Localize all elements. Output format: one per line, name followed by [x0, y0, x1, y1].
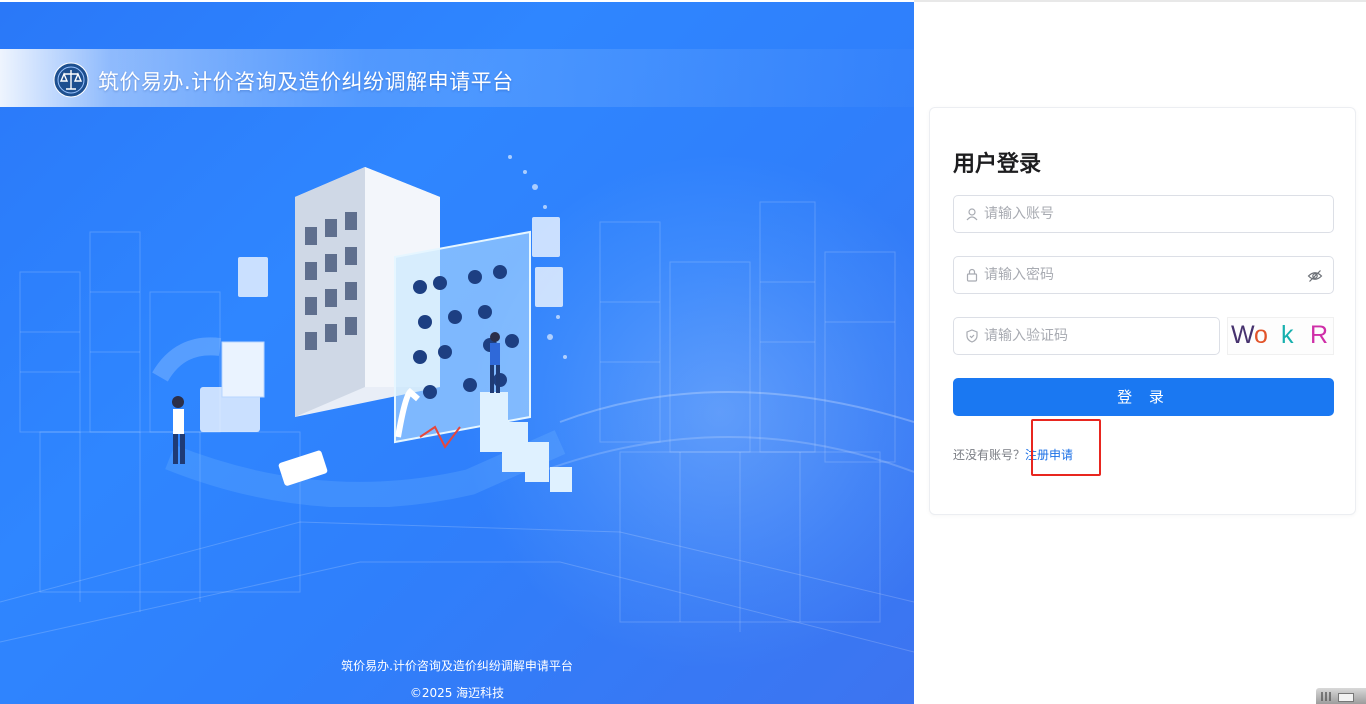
platform-title: 筑价易办.计价咨询及造价纠纷调解申请平台	[98, 70, 514, 94]
captcha-char: W	[1231, 321, 1255, 349]
top-divider	[914, 0, 1366, 2]
grip-icon	[1321, 692, 1333, 701]
password-field	[953, 256, 1334, 294]
footer-platform-name: 筑价易办.计价咨询及造价纠纷调解申请平台	[341, 659, 573, 673]
highlight-box	[1031, 419, 1101, 476]
login-card: 用户登录 W o k R 登 录 还没有账号？注册申请	[929, 107, 1356, 515]
captcha-char: o	[1254, 321, 1268, 349]
lock-icon	[966, 268, 978, 282]
emblem-scales-icon	[53, 62, 89, 98]
user-icon	[966, 208, 978, 221]
captcha-input[interactable]	[984, 318, 1209, 354]
captcha-image[interactable]: W o k R	[1227, 317, 1334, 355]
shield-icon	[966, 329, 978, 343]
password-input[interactable]	[984, 257, 1304, 293]
username-input[interactable]	[984, 196, 1304, 232]
building-data-illustration	[152, 155, 572, 507]
hero-panel: 筑价易办.计价咨询及造价纠纷调解申请平台 筑价易办.计价咨询及造价纠纷调解申请平…	[0, 2, 914, 704]
login-title: 用户登录	[953, 152, 1042, 177]
captcha-field	[953, 317, 1220, 355]
username-field	[953, 195, 1334, 233]
taskbar-corner	[1316, 688, 1366, 704]
footer-copyright: ©2025 海迈科技	[409, 686, 505, 700]
captcha-char: k	[1281, 321, 1294, 349]
captcha-char: R	[1310, 321, 1329, 349]
window-icon	[1338, 693, 1354, 702]
eye-off-icon[interactable]	[1307, 268, 1323, 284]
login-button[interactable]: 登 录	[953, 378, 1334, 416]
register-prompt: 还没有账号？	[953, 448, 1026, 462]
